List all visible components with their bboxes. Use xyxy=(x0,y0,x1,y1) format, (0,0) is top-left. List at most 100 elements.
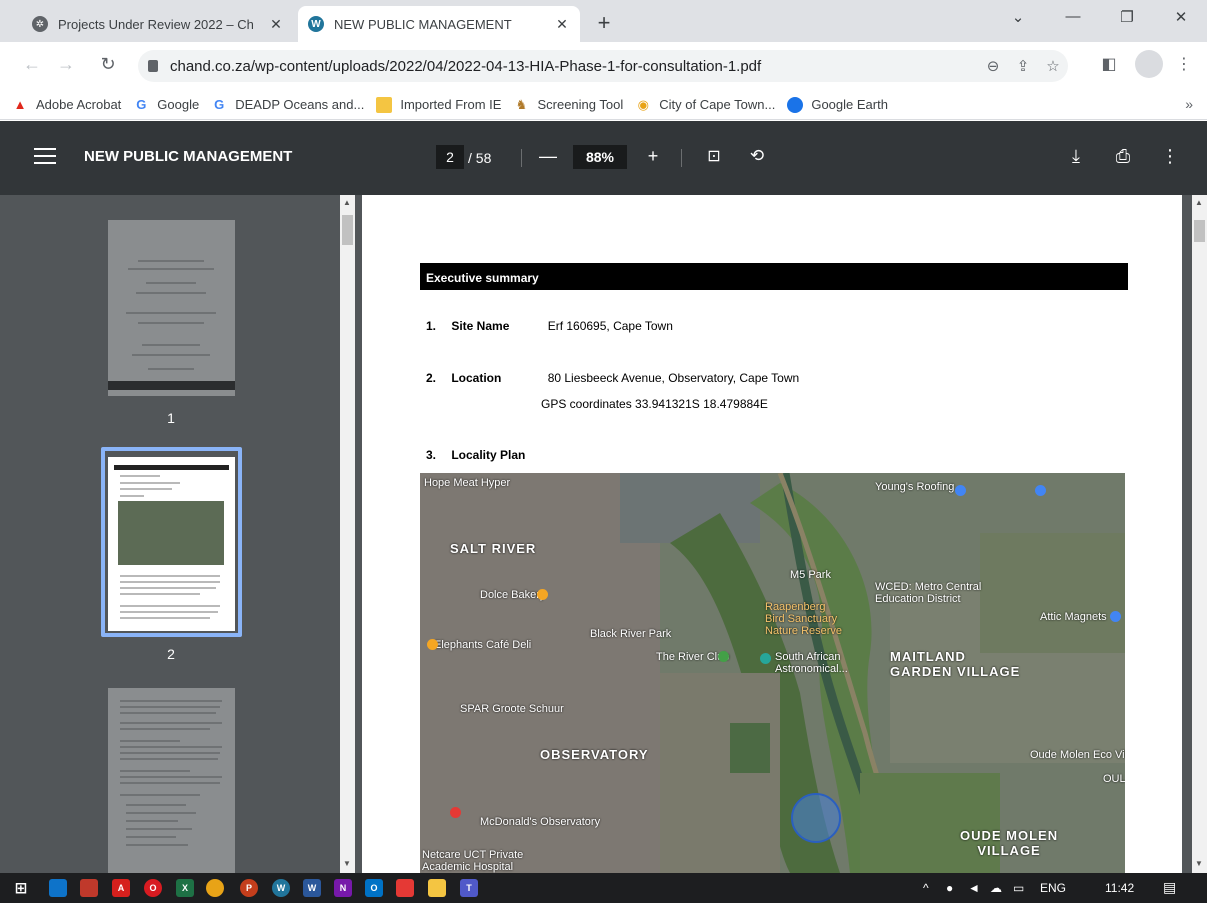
wordpress-taskbar-icon[interactable]: W xyxy=(272,879,290,897)
summary-item-site-name: 1. Site Name Erf 160695, Cape Town xyxy=(426,319,673,333)
map-pin-icon xyxy=(955,485,966,496)
avatar[interactable] xyxy=(1135,50,1163,78)
back-arrow-icon[interactable]: ← xyxy=(20,54,44,75)
bookmark-star-icon[interactable]: ☆ xyxy=(1038,57,1068,75)
page-number-input[interactable]: 2 xyxy=(436,145,464,169)
earth-icon xyxy=(787,96,804,113)
map-pin-icon xyxy=(760,653,771,664)
new-tab-button[interactable]: + xyxy=(590,10,618,36)
notifications-icon[interactable]: ▤ xyxy=(1163,879,1176,896)
zoom-in-button[interactable]: + xyxy=(641,146,665,167)
powerpoint-icon[interactable]: P xyxy=(240,879,258,897)
map-pin-icon xyxy=(427,639,438,650)
close-tab-icon[interactable]: ✕ xyxy=(264,16,288,33)
opera-icon[interactable]: O xyxy=(144,879,162,897)
reload-icon[interactable]: ↻ xyxy=(96,54,120,75)
summary-item-locality-plan: 3. Locality Plan xyxy=(426,448,525,462)
app-icon[interactable] xyxy=(49,879,67,897)
close-tab-icon[interactable]: ✕ xyxy=(550,16,574,33)
bookmark-screening-tool[interactable]: ♞ Screening Tool xyxy=(513,96,624,113)
pdf-toolbar: NEW PUBLIC MANAGEMENT 2 / 58 — 88% + ⊡ ⟲… xyxy=(0,121,1207,195)
map-label: MAITLAND GARDEN VILLAGE xyxy=(890,649,1021,679)
page-thumbnail-3[interactable] xyxy=(108,688,235,873)
more-bookmarks-chevron-icon[interactable]: » xyxy=(1185,96,1193,112)
minimize-button[interactable]: — xyxy=(1050,8,1096,25)
windows-start-icon[interactable]: ⊞ xyxy=(12,879,30,897)
crest-icon: ♞ xyxy=(515,96,528,112)
rotate-icon[interactable]: ⟲ xyxy=(745,146,769,166)
tray-app-icon[interactable]: ● xyxy=(946,881,953,895)
bookmark-imported-from-ie[interactable]: Imported From IE xyxy=(376,96,501,113)
fit-to-page-icon[interactable]: ⊡ xyxy=(702,146,726,166)
map-label: Black River Park xyxy=(590,628,672,640)
close-window-button[interactable]: ✕ xyxy=(1158,8,1204,26)
word-icon[interactable]: W xyxy=(303,879,321,897)
map-label: OBSERVATORY xyxy=(540,747,649,762)
thumbnail-number: 2 xyxy=(167,646,175,662)
bookmark-label: Google xyxy=(157,97,200,112)
google-icon: G xyxy=(136,97,147,112)
network-icon[interactable]: ▭ xyxy=(1013,881,1024,895)
onenote-icon[interactable]: N xyxy=(334,879,352,897)
bookmark-deadp[interactable]: G DEADP Oceans and... xyxy=(211,97,364,113)
hamburger-menu-icon[interactable] xyxy=(34,148,56,169)
outlook-icon[interactable]: O xyxy=(365,879,383,897)
url-text[interactable]: chand.co.za/wp-content/uploads/2022/04/2… xyxy=(170,58,978,75)
speaker-muted-icon[interactable]: ◄ xyxy=(968,881,980,895)
onedrive-cloud-icon[interactable]: ☁ xyxy=(990,881,1002,895)
item-number: 2. xyxy=(426,371,437,385)
item-number: 1. xyxy=(426,319,437,333)
map-label: OUDE MOLEN VILLAGE xyxy=(960,828,1059,858)
language-indicator[interactable]: ENG xyxy=(1040,881,1066,895)
page-thumbnail-2[interactable] xyxy=(108,457,235,631)
forward-arrow-icon[interactable]: → xyxy=(54,54,78,75)
tab-title: Projects Under Review 2022 – Ch xyxy=(58,16,254,32)
acrobat-taskbar-icon[interactable]: A xyxy=(112,879,130,897)
more-menu-icon[interactable]: ⋮ xyxy=(1172,54,1196,74)
tray-chevron-icon[interactable]: ^ xyxy=(923,881,929,895)
zoom-out-button[interactable]: — xyxy=(536,146,560,167)
sidebar-scrollbar[interactable]: ▲ ▼ xyxy=(340,195,355,873)
pdf-more-menu-icon[interactable]: ⋮ xyxy=(1158,146,1182,167)
bookmark-google-earth[interactable]: Google Earth xyxy=(787,96,888,113)
app-icon[interactable] xyxy=(80,879,98,897)
item-value: 80 Liesbeeck Avenue, Observatory, Cape T… xyxy=(547,371,800,385)
scroll-thumb[interactable] xyxy=(342,215,353,245)
map-label: McDonald's Observatory xyxy=(480,816,601,828)
google-icon: G xyxy=(214,97,225,112)
bookmark-adobe-acrobat[interactable]: ▲ Adobe Acrobat xyxy=(12,97,122,113)
tab-search-chevron-icon[interactable]: ⌄ xyxy=(995,8,1041,26)
map-label: Netcare UCT Private Academic Hospital xyxy=(422,849,524,873)
thumbnail-map-image xyxy=(118,501,224,565)
chrome-icon[interactable] xyxy=(206,879,224,897)
scroll-thumb[interactable] xyxy=(1194,220,1205,242)
anydesk-icon[interactable] xyxy=(396,879,414,897)
print-icon[interactable]: ⎙ xyxy=(1111,146,1135,167)
side-panel-icon[interactable]: ◧ xyxy=(1097,54,1121,74)
viewer-scrollbar[interactable]: ▲ ▼ xyxy=(1192,195,1207,873)
share-icon[interactable]: ⇪ xyxy=(1008,57,1038,75)
zoom-level-input[interactable]: 88% xyxy=(573,145,627,169)
address-bar[interactable]: chand.co.za/wp-content/uploads/2022/04/2… xyxy=(138,50,1068,82)
page-thumbnail-1[interactable] xyxy=(108,220,235,396)
tab-projects-under-review[interactable]: ✲ Projects Under Review 2022 – Ch ✕ xyxy=(22,6,294,42)
tab-new-public-management[interactable]: W NEW PUBLIC MANAGEMENT ✕ xyxy=(298,6,580,42)
divider xyxy=(681,149,682,167)
download-icon[interactable]: ⤓ xyxy=(1064,146,1088,167)
bookmark-google[interactable]: G Google xyxy=(133,97,199,113)
clock[interactable]: 11:42 xyxy=(1105,881,1134,895)
bookmark-city-of-cape-town[interactable]: ◉ City of Cape Town... xyxy=(635,97,776,113)
gps-coordinates: GPS coordinates 33.941321S 18.479884E xyxy=(541,397,768,411)
bookmark-label: Google Earth xyxy=(811,97,888,112)
teams-icon[interactable]: T xyxy=(460,879,478,897)
map-label: South African Astronomical... xyxy=(775,651,848,675)
restore-button[interactable]: ❐ xyxy=(1104,8,1150,26)
pdf-page: Executive summary 1. Site Name Erf 16069… xyxy=(362,195,1182,873)
excel-icon[interactable]: X xyxy=(176,879,194,897)
file-explorer-icon[interactable] xyxy=(428,879,446,897)
item-label: Site Name xyxy=(451,319,510,333)
zoom-icon[interactable]: ⊖ xyxy=(978,57,1008,75)
map-label: SPAR Groote Schuur xyxy=(460,703,564,715)
bookmark-label: DEADP Oceans and... xyxy=(235,97,365,112)
section-heading: Executive summary xyxy=(420,263,1128,290)
